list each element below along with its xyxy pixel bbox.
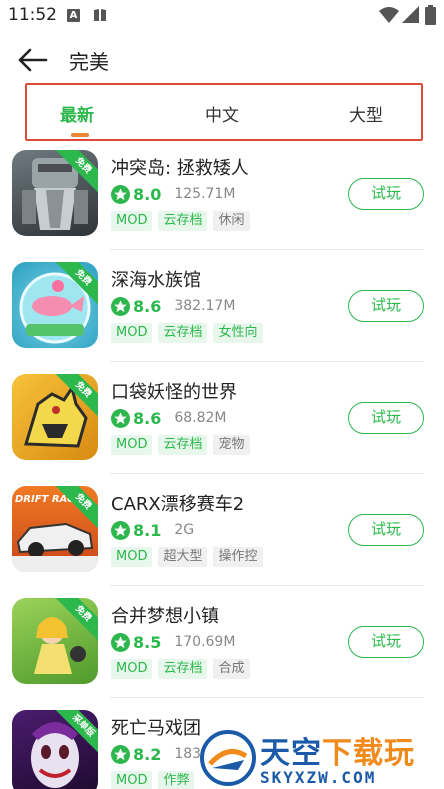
app-name[interactable]: 死亡马戏团	[111, 714, 201, 740]
watermark-logo-icon	[200, 730, 256, 786]
star-icon	[111, 184, 130, 204]
star-icon	[111, 296, 130, 316]
rating-line: 8.6 382.17M	[111, 296, 235, 316]
tag-list: MOD 云存档 女性向	[111, 323, 269, 343]
rating-value: 8.5	[133, 632, 162, 652]
tag: MOD	[111, 435, 153, 455]
book-notification-icon	[94, 9, 106, 21]
signal-icon	[402, 6, 419, 23]
app-icon[interactable]: 免费	[12, 150, 98, 236]
tag: 女性向	[213, 323, 263, 343]
status-bar: 11:52 A	[0, 0, 444, 32]
app-name[interactable]: CARX漂移赛车2	[111, 490, 244, 516]
app-icon[interactable]: 免费	[12, 262, 98, 348]
active-tab-indicator	[71, 133, 89, 137]
file-size: 68.82M	[174, 410, 227, 426]
list-item[interactable]: 免费 口袋妖怪的世界 8.6 68.82M MOD 云存档 宠物 试玩	[0, 374, 444, 486]
app-icon[interactable]: 采单版	[12, 710, 98, 789]
tag: 超大型	[158, 547, 208, 567]
divider	[110, 697, 424, 698]
tag: 宠物	[213, 435, 250, 455]
file-size: 382.17M	[174, 298, 236, 314]
app-icon[interactable]: DRIFT RACIN 免费	[12, 486, 98, 572]
back-arrow-icon	[18, 48, 48, 72]
star-icon	[111, 520, 130, 540]
tag: MOD	[111, 659, 153, 679]
app-icon[interactable]: 免费	[12, 598, 98, 684]
tag: 合成	[213, 659, 250, 679]
battery-icon	[425, 5, 436, 25]
star-icon	[111, 632, 130, 652]
tag-list: MOD 超大型 操作控	[111, 547, 269, 567]
try-button[interactable]: 试玩	[348, 402, 424, 434]
tag: 云存档	[158, 659, 208, 679]
back-button[interactable]	[16, 44, 52, 76]
app-name[interactable]: 口袋妖怪的世界	[111, 378, 237, 404]
tag-list: MOD 云存档 合成	[111, 659, 256, 679]
file-size: 125.71M	[174, 186, 236, 202]
tab-chinese[interactable]: 中文	[205, 101, 239, 126]
status-time: 11:52	[8, 5, 57, 25]
rating-line: 8.5 170.69M	[111, 632, 235, 652]
rating-value: 8.0	[133, 184, 162, 204]
rating-value: 8.6	[133, 296, 162, 316]
tab-latest[interactable]: 最新	[60, 101, 94, 126]
a-notification-icon: A	[67, 9, 80, 22]
rating-line: 8.0 125.71M	[111, 184, 235, 204]
tag: MOD	[111, 211, 153, 231]
rating-value: 8.2	[133, 744, 162, 764]
rating-line: 8.2 183.	[111, 744, 206, 764]
list-item[interactable]: 免费 冲突岛: 拯救矮人 8.0 125.71M MOD 云存档 休闲 试玩	[0, 150, 444, 262]
app-name[interactable]: 合并梦想小镇	[111, 602, 219, 628]
list-item[interactable]: 免费 深海水族馆 8.6 382.17M MOD 云存档 女性向 试玩	[0, 262, 444, 374]
header: 完美	[0, 38, 444, 82]
wifi-icon	[379, 7, 399, 23]
tag: 云存档	[158, 211, 208, 231]
rating-line: 8.1 2G	[111, 520, 194, 540]
try-button[interactable]: 试玩	[348, 178, 424, 210]
app-icon[interactable]: 免费	[12, 374, 98, 460]
tag-list: MOD 作弊	[111, 771, 200, 789]
star-icon	[111, 744, 130, 764]
divider	[110, 473, 424, 474]
try-button[interactable]: 试玩	[348, 514, 424, 546]
tag: MOD	[111, 547, 153, 567]
divider	[110, 249, 424, 250]
divider	[110, 361, 424, 362]
star-icon	[111, 408, 130, 428]
site-watermark: 天空下载玩 SKYXZW.COM	[198, 722, 444, 789]
tag: MOD	[111, 323, 153, 343]
tab-large[interactable]: 大型	[349, 101, 383, 126]
file-size: 170.69M	[174, 634, 236, 650]
try-button[interactable]: 试玩	[348, 290, 424, 322]
app-name[interactable]: 冲突岛: 拯救矮人	[111, 154, 249, 180]
tag: 云存档	[158, 323, 208, 343]
tag-list: MOD 云存档 宠物	[111, 435, 256, 455]
rating-value: 8.1	[133, 520, 162, 540]
tag: 作弊	[158, 771, 195, 789]
watermark-title-b: 下载玩	[322, 736, 415, 771]
list-item[interactable]: DRIFT RACIN 免费 CARX漂移赛车2 8.1 2G MOD 超大型 …	[0, 486, 444, 598]
watermark-url: SKYXZW.COM	[260, 768, 377, 787]
page-title: 完美	[69, 50, 109, 74]
rating-value: 8.6	[133, 408, 162, 428]
try-button[interactable]: 试玩	[348, 626, 424, 658]
rating-line: 8.6 68.82M	[111, 408, 227, 428]
watermark-title-a: 天空	[260, 736, 322, 771]
tag-list: MOD 云存档 休闲	[111, 211, 256, 231]
tab-bar: 最新 中文 大型	[25, 83, 423, 141]
tag: MOD	[111, 771, 153, 789]
app-name[interactable]: 深海水族馆	[111, 266, 201, 292]
divider	[110, 585, 424, 586]
tag: 休闲	[213, 211, 250, 231]
tag: 云存档	[158, 435, 208, 455]
list-item[interactable]: 免费 合并梦想小镇 8.5 170.69M MOD 云存档 合成 试玩	[0, 598, 444, 710]
file-size: 2G	[174, 522, 195, 538]
tag: 操作控	[213, 547, 263, 567]
watermark-title: 天空下载玩	[260, 728, 415, 772]
